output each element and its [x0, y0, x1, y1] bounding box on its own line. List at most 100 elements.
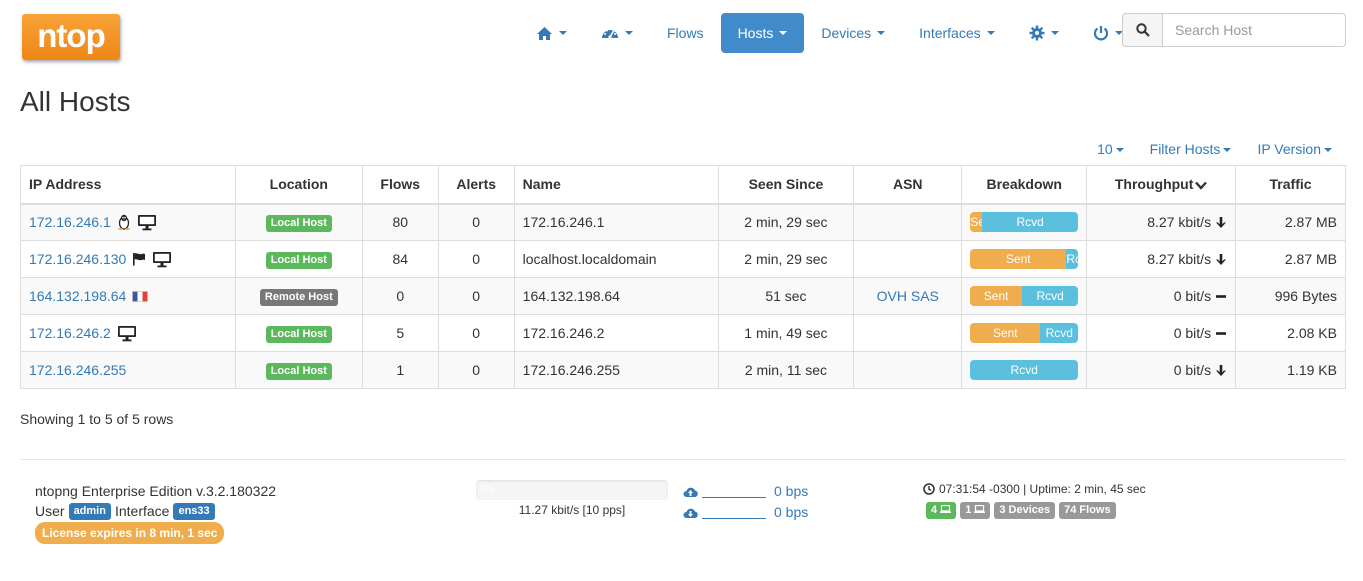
col-breakdown[interactable]: Breakdown [961, 165, 1088, 205]
chevron-down-icon [1324, 148, 1332, 153]
throughput-value: 0 bit/s [1173, 362, 1212, 378]
local-hosts-count: 4 [931, 504, 938, 516]
table-row: 172.16.246.255 Local Host 1 0 172.16.246.255… [20, 351, 1346, 389]
breakdown-rcvd: Rc [1066, 249, 1079, 269]
traffic-breakdown-bar: Rcvd [970, 360, 1079, 380]
search-input[interactable] [1163, 13, 1346, 47]
host-ip-link[interactable]: 172.16.246.2 [29, 325, 111, 341]
alerts-cell: 0 [437, 314, 515, 352]
interface-label: Interface [114, 503, 170, 519]
traffic-breakdown-bar: Sent Rcvd [970, 286, 1079, 306]
host-ip-link[interactable]: 172.16.246.255 [29, 362, 126, 378]
nav-flows[interactable]: Flows [650, 13, 721, 53]
footer-divider [20, 459, 1346, 460]
asn-cell: OVH SAS [853, 277, 963, 315]
traffic-cell: 996 Bytes [1235, 277, 1346, 315]
asn-cell [853, 351, 963, 389]
home-icon [537, 26, 552, 40]
col-alerts[interactable]: Alerts [437, 165, 515, 205]
user-label: User [35, 503, 65, 519]
col-seen-since[interactable]: Seen Since [717, 165, 855, 205]
flows-badge[interactable]: 74 Flows [1059, 502, 1116, 519]
remote-hosts-badge[interactable]: 1 [960, 502, 991, 519]
host-ip-link[interactable]: 172.16.246.130 [29, 251, 126, 267]
filter-hosts-label: Filter Hosts [1149, 141, 1221, 157]
traffic-breakdown-bar: Sent Rcvd [970, 323, 1079, 343]
bps-meters: 0 bps 0 bps [683, 481, 808, 523]
host-ip-link[interactable]: 172.16.246.1 [29, 214, 111, 230]
chevron-down-icon [559, 31, 567, 35]
remote-hosts-count: 1 [965, 504, 972, 516]
location-cell: Local Host [234, 240, 363, 278]
ip-cell: 172.16.246.2 [20, 314, 236, 352]
breakdown-cell: Se Rcvd [961, 203, 1088, 241]
traffic-cell: 2.87 MB [1235, 240, 1346, 278]
monitor-icon [137, 214, 157, 231]
table-row: 172.16.246.130 Local Host 84 0 localhost.loc… [20, 240, 1346, 278]
breakdown-cell: Sent Rcvd [961, 314, 1088, 352]
search-icon [1135, 23, 1150, 37]
bandwidth-percent: 0% [480, 484, 495, 495]
col-throughput[interactable]: Throughput [1086, 165, 1237, 205]
breakdown-cell: Sent Rcvd [961, 277, 1088, 315]
col-location[interactable]: Location [234, 165, 363, 205]
throughput-value: 0 bit/s [1173, 325, 1212, 341]
location-badge: Remote Host [259, 288, 338, 306]
laptop-icon [974, 504, 986, 513]
linux-icon [117, 214, 131, 231]
traffic-breakdown-bar: Se Rcvd [970, 212, 1079, 233]
nav-interfaces-label: Interfaces [919, 25, 981, 41]
filter-hosts-dropdown[interactable]: Filter Hosts [1137, 138, 1245, 160]
location-badge: Local Host [265, 214, 332, 232]
col-traffic[interactable]: Traffic [1235, 165, 1346, 205]
traffic-breakdown-bar: Sent Rc [970, 249, 1079, 269]
nav-devices-label: Devices [821, 25, 872, 41]
status-info: 07:31:54 -0300 | Uptime: 2 min, 45 sec 4… [923, 482, 1146, 519]
traffic-cell: 1.19 KB [1235, 351, 1346, 389]
flag-icon [132, 252, 146, 266]
ip-version-dropdown[interactable]: IP Version [1244, 138, 1345, 160]
per-page-dropdown[interactable]: 10 [1084, 138, 1137, 160]
col-name[interactable]: Name [513, 165, 719, 205]
breakdown-sent: Sent [970, 249, 1067, 269]
flows-cell: 80 [361, 203, 439, 241]
nav-hosts[interactable]: Hosts [720, 13, 805, 53]
host-search [1122, 13, 1346, 47]
local-hosts-badge[interactable]: 4 [926, 502, 957, 519]
arrow-down-icon [1216, 216, 1227, 228]
traffic-cell: 2.08 KB [1235, 314, 1346, 352]
breakdown-sent: Sent [970, 323, 1041, 343]
nav-settings[interactable] [1012, 13, 1076, 53]
laptop-icon [940, 504, 952, 513]
host-ip-link[interactable]: 164.132.198.64 [29, 288, 126, 304]
arrow-down-icon [1216, 364, 1227, 376]
ntop-logo[interactable]: ntop [22, 14, 120, 60]
clock-icon [923, 483, 935, 495]
nav-devices[interactable]: Devices [804, 13, 902, 53]
name-cell: 172.16.246.2 [513, 314, 719, 352]
col-flows[interactable]: Flows [361, 165, 439, 205]
asn-link[interactable]: OVH SAS [877, 288, 939, 304]
col-ip-address[interactable]: IP Address [20, 165, 236, 205]
alerts-cell: 0 [437, 277, 515, 315]
seen-since-cell: 2 min, 11 sec [717, 351, 855, 389]
user-badge[interactable]: admin [68, 502, 111, 520]
gear-icon [1029, 25, 1045, 41]
nav-home[interactable] [519, 13, 584, 53]
nav-interfaces[interactable]: Interfaces [902, 13, 1011, 53]
flows-cell: 84 [361, 240, 439, 278]
table-toolbar: 10 Filter Hosts IP Version [1084, 138, 1345, 160]
name-cell: 172.16.246.1 [513, 203, 719, 241]
alerts-cell: 0 [437, 240, 515, 278]
nav-dashboard[interactable] [584, 13, 650, 53]
page-title: All Hosts [20, 86, 131, 117]
traffic-cell: 2.87 MB [1235, 203, 1346, 241]
interface-badge[interactable]: ens33 [173, 502, 215, 520]
per-page-value: 10 [1097, 141, 1113, 157]
throughput-value: 8.27 kbit/s [1147, 214, 1212, 231]
ip-cell: 172.16.246.1 [20, 203, 236, 241]
col-asn[interactable]: ASN [853, 165, 963, 205]
nav-hosts-label: Hosts [737, 25, 774, 41]
search-button[interactable] [1122, 13, 1163, 47]
devices-badge[interactable]: 3 Devices [994, 502, 1056, 519]
